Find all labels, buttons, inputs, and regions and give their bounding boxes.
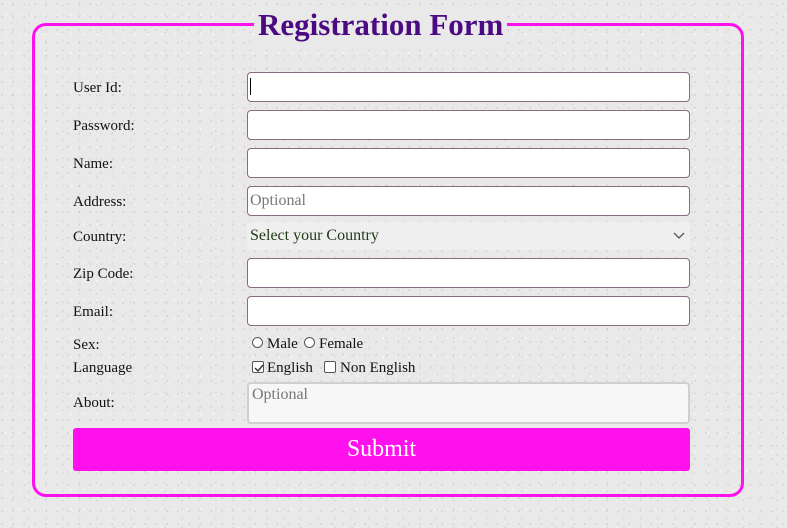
about-textarea[interactable]: Optional xyxy=(247,382,690,424)
submit-button[interactable]: Submit xyxy=(73,428,690,471)
female-label: Female xyxy=(319,336,364,352)
about-placeholder: Optional xyxy=(252,386,308,403)
chevron-down-icon xyxy=(672,222,686,250)
form-title: Registration Form xyxy=(254,6,508,44)
sex-label: Sex: xyxy=(73,337,100,353)
text-cursor xyxy=(250,78,251,95)
country-label: Country: xyxy=(73,229,127,245)
non-english-checkbox[interactable] xyxy=(324,361,336,373)
address-input[interactable] xyxy=(247,186,690,216)
non-english-label: Non English xyxy=(340,360,416,376)
name-label: Name: xyxy=(73,156,113,172)
zip-code-label: Zip Code: xyxy=(73,266,134,282)
male-radio[interactable] xyxy=(252,337,263,348)
english-checkbox[interactable] xyxy=(252,361,264,373)
email-label: Email: xyxy=(73,304,113,320)
email-input[interactable] xyxy=(247,296,690,326)
name-input[interactable] xyxy=(247,148,690,178)
zip-code-input[interactable] xyxy=(247,258,690,288)
user-id-label: User Id: xyxy=(73,80,122,96)
language-label: Language xyxy=(73,360,133,376)
english-label: English xyxy=(267,360,313,376)
country-select[interactable]: Select your Country xyxy=(247,222,690,250)
password-label: Password: xyxy=(73,118,135,134)
user-id-input[interactable] xyxy=(247,72,690,102)
about-label: About: xyxy=(73,395,115,411)
female-radio[interactable] xyxy=(304,337,315,348)
male-label: Male xyxy=(267,336,298,352)
country-selected-value: Select your Country xyxy=(250,227,379,244)
password-input[interactable] xyxy=(247,110,690,140)
address-label: Address: xyxy=(73,194,127,210)
checkmark-icon xyxy=(254,364,264,373)
